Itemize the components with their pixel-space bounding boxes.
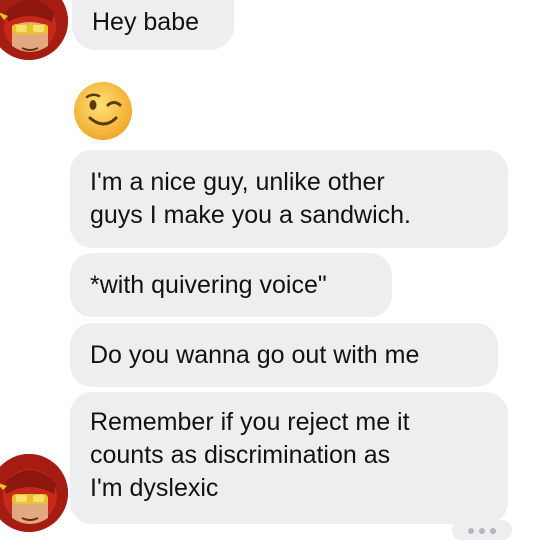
superhero-avatar-icon xyxy=(0,0,68,60)
typing-dot xyxy=(479,528,485,534)
sender-avatar[interactable] xyxy=(0,454,68,532)
typing-indicator xyxy=(452,520,512,540)
message-bubble[interactable]: Remember if you reject me it counts as d… xyxy=(70,392,508,524)
message-text: I'm a nice guy, unlike other xyxy=(90,168,385,196)
typing-dot xyxy=(468,528,474,534)
message-bubble[interactable]: Do you wanna go out with me xyxy=(70,323,498,387)
message-text: counts as discrimination as xyxy=(90,441,391,469)
sender-avatar[interactable] xyxy=(0,0,68,60)
message-text: Remember if you reject me it xyxy=(90,408,410,436)
chat-thread: Hey babe I'm a nice guy, unlike other gu… xyxy=(0,0,540,540)
message-bubble[interactable]: I'm a nice guy, unlike other guys I make… xyxy=(70,150,508,248)
winking-face-icon xyxy=(74,82,132,140)
message-text: guys I make you a sandwich. xyxy=(90,201,411,229)
message-text: *with quivering voice" xyxy=(90,271,327,299)
message-text: Hey babe xyxy=(92,8,200,36)
message-text: Do you wanna go out with me xyxy=(90,341,420,369)
typing-dot xyxy=(490,528,496,534)
message-bubble[interactable]: Hey babe xyxy=(72,0,234,50)
superhero-avatar-icon xyxy=(0,454,68,532)
message-text: I'm dyslexic xyxy=(90,474,219,502)
message-bubble[interactable]: *with quivering voice" xyxy=(70,253,392,317)
